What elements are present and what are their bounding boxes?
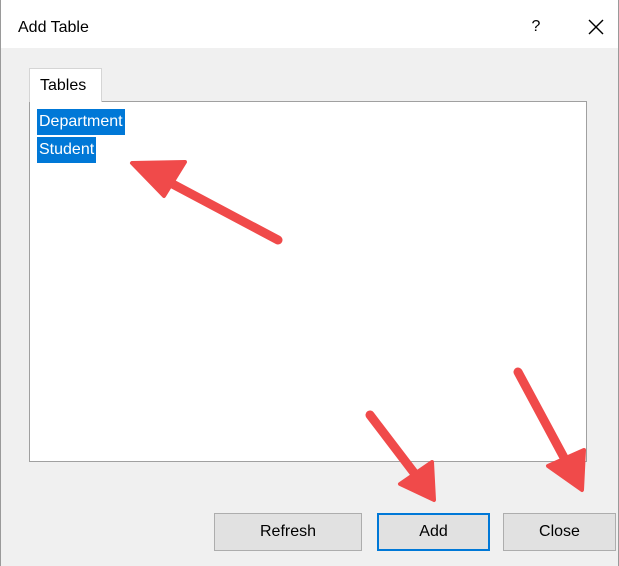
tables-list[interactable]: Department Student (29, 101, 587, 462)
tab-label: Tables (40, 77, 87, 94)
list-item-department[interactable]: Department (37, 109, 125, 135)
list-item-student[interactable]: Student (37, 137, 97, 163)
close-window-button[interactable] (581, 12, 611, 42)
add-table-dialog: Add Table ? Tables Department Student Re… (0, 0, 619, 566)
help-button[interactable]: ? (523, 14, 549, 40)
dialog-title: Add Table (18, 19, 89, 36)
close-button[interactable]: Close (503, 513, 616, 551)
refresh-button[interactable]: Refresh (214, 513, 362, 551)
tab-tables[interactable]: Tables (29, 68, 102, 102)
add-button[interactable]: Add (377, 513, 490, 551)
title-bar: Add Table ? (1, 0, 618, 48)
close-icon (588, 19, 604, 35)
